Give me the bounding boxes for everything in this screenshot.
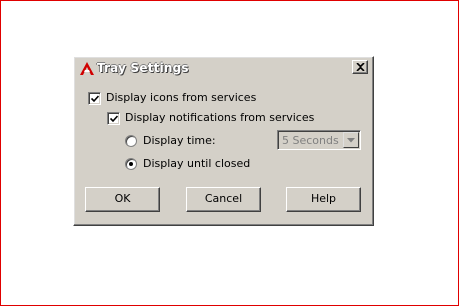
title-bar[interactable]: Tray Settings (76, 59, 371, 77)
tray-settings-dialog: Tray Settings Display icons from service… (73, 56, 374, 226)
close-button[interactable] (352, 60, 368, 74)
display-icons-checkbox[interactable] (88, 92, 101, 105)
cancel-button[interactable]: Cancel (186, 187, 261, 212)
autocad-a-icon (80, 61, 94, 75)
display-time-label[interactable]: Display time: (143, 134, 216, 147)
help-button[interactable]: Help (286, 187, 361, 212)
display-until-closed-radio[interactable] (125, 158, 137, 170)
dialog-title: Tray Settings (97, 61, 189, 75)
display-time-radio[interactable] (125, 135, 137, 147)
display-notifications-checkbox[interactable] (107, 112, 120, 125)
checkmark-icon (110, 115, 118, 123)
display-until-closed-label[interactable]: Display until closed (143, 157, 250, 170)
close-icon (356, 63, 365, 71)
display-notifications-label[interactable]: Display notifications from services (125, 111, 314, 124)
select-dropdown-button[interactable] (343, 132, 359, 148)
ok-button[interactable]: OK (85, 187, 160, 212)
display-time-select-value: 5 Seconds (282, 134, 339, 147)
display-time-select[interactable]: 5 Seconds (277, 130, 361, 150)
checkmark-icon (91, 95, 99, 103)
radio-selected-dot (129, 162, 133, 166)
display-icons-label[interactable]: Display icons from services (106, 91, 256, 104)
chevron-down-icon (347, 138, 355, 143)
